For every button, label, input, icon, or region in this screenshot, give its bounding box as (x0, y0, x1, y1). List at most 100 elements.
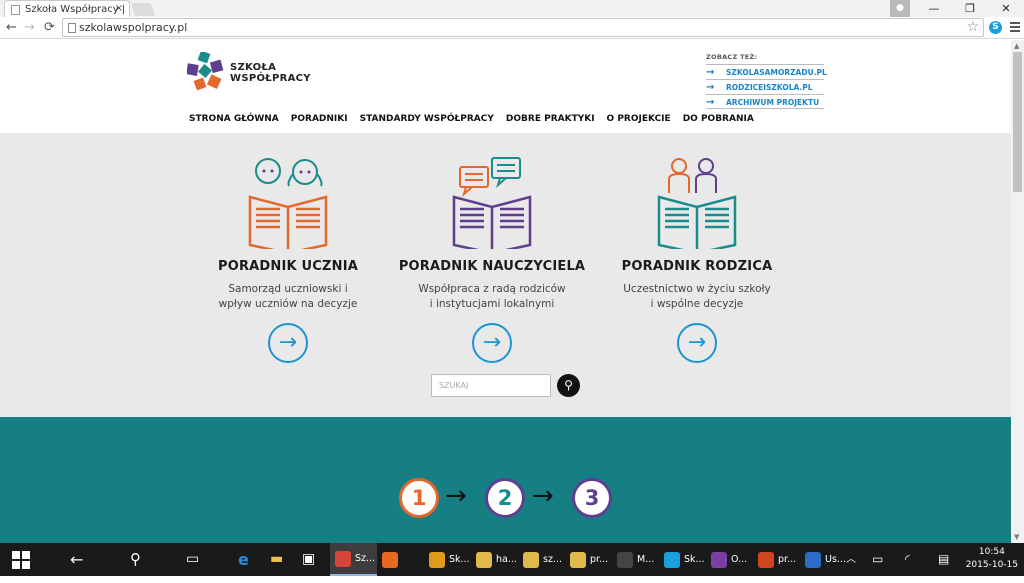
taskbar-app[interactable]: M... (612, 543, 659, 576)
store-icon[interactable]: ▣ (302, 543, 315, 576)
taskbar-app-label: pr... (590, 554, 609, 565)
taskbar-app[interactable]: Us... (800, 543, 847, 576)
scroll-down-icon[interactable]: ▼ (1014, 533, 1019, 541)
wifi-icon[interactable]: ◜ (905, 543, 910, 576)
browser-tab[interactable]: Szkoła Współpracy | × (4, 0, 130, 17)
maximize-button[interactable]: ❐ (952, 0, 988, 17)
guide-title[interactable]: PORADNIK RODZICA (597, 259, 797, 274)
step-1[interactable]: 1 (399, 478, 439, 518)
see-also-link[interactable]: → RODZICEISZKOLA.PL (706, 79, 824, 94)
scrollbar-thumb[interactable] (1013, 52, 1022, 192)
edge-icon[interactable]: e (238, 543, 249, 576)
system-clock[interactable]: 10:54 2015-10-15 (966, 546, 1018, 572)
forward-button[interactable]: → (24, 19, 35, 37)
site-header: SZKOŁA WSPÓŁPRACY STRONA GŁÓWNA PORADNIK… (0, 40, 1011, 133)
tab-title: Szkoła Współpracy | (25, 4, 126, 15)
page-icon (68, 23, 76, 33)
windows-taskbar: ← ⚲ ▭ e ▬ ▣ Sz... Sk... ha... sz... pr... M..… (0, 543, 1024, 576)
arrow-right-icon: → (706, 82, 715, 93)
nav-guides[interactable]: PORADNIKI (291, 114, 348, 124)
taskbar-app[interactable]: pr... (753, 543, 800, 576)
guide-card-student: PORADNIK UCZNIA Samorząd uczniowski i wp… (188, 157, 388, 363)
see-also-link[interactable]: → ARCHIWUM PROJEKTU (706, 94, 824, 109)
back-arrow-icon[interactable]: ← (70, 543, 83, 576)
taskbar-app-label: M... (637, 554, 655, 565)
nav-about[interactable]: O PROJEKCIE (607, 114, 671, 124)
taskbar-app-label: O... (731, 554, 748, 565)
back-button[interactable]: ← (6, 19, 17, 37)
taskbar-app[interactable]: Sk... (659, 543, 706, 576)
guide-card-teacher: PORADNIK NAUCZYCIELA Współpraca z radą r… (392, 157, 592, 363)
taskbar-app-label: Sk... (684, 554, 705, 565)
address-bar[interactable]: szkolawspolpracy.pl ☆ (62, 18, 984, 37)
taskbar-app[interactable]: pr... (565, 543, 612, 576)
address-url[interactable]: szkolawspolpracy.pl (79, 21, 187, 34)
nav-good-practices[interactable]: DOBRE PRAKTYKI (506, 114, 595, 124)
see-also-link[interactable]: → SZKOLASAMORZADU.PL (706, 64, 827, 79)
notification-icon[interactable]: ▤ (938, 543, 949, 576)
file-explorer-icon[interactable]: ▬ (270, 543, 283, 576)
logo-icon[interactable] (187, 52, 225, 92)
guide-title[interactable]: PORADNIK NAUCZYCIELA (392, 259, 592, 274)
mail-icon (570, 551, 586, 568)
step-3[interactable]: 3 (572, 478, 612, 518)
guide-subtitle: Uczestnictwo w życiu szkoły i wspólne de… (623, 283, 771, 310)
taskbar-app[interactable] (377, 543, 424, 576)
taskbar-app-label: Sk... (449, 554, 470, 565)
onenote-icon (711, 551, 727, 568)
search-icon[interactable]: ⚲ (130, 543, 141, 576)
page-icon (11, 5, 20, 15)
guide-arrow-button[interactable]: → (677, 323, 717, 363)
logo-text[interactable]: SZKOŁA WSPÓŁPRACY (230, 62, 311, 84)
taskbar-app[interactable]: sz... (518, 543, 565, 576)
task-view-icon[interactable]: ▭ (186, 543, 199, 576)
arrow-right-icon: → (445, 481, 467, 511)
close-window-button[interactable]: ✕ (988, 0, 1024, 17)
browser-toolbar: ← → ⟳ szkolawspolpracy.pl ☆ (0, 17, 1024, 39)
search-input[interactable]: SZUKAJ (431, 374, 551, 397)
nav-standards[interactable]: STANDARDY WSPÓŁPRACY (360, 114, 494, 124)
scroll-up-icon[interactable]: ▲ (1014, 42, 1019, 50)
arrow-right-icon: → (706, 67, 715, 78)
guide-title[interactable]: PORADNIK UCZNIA (188, 259, 388, 274)
see-also-label: ZOBACZ TEŻ: (706, 53, 758, 61)
window-controls: ● — ❐ ✕ (890, 0, 1024, 17)
user-icon[interactable]: ● (890, 0, 910, 17)
guide-arrow-button[interactable]: → (472, 323, 512, 363)
windows-start-icon[interactable] (12, 543, 36, 576)
nav-downloads[interactable]: DO POBRANIA (683, 114, 754, 124)
taskbar-app[interactable]: Sz... (330, 543, 377, 576)
bookmark-star-icon[interactable]: ☆ (966, 19, 979, 35)
search-icon: ⚲ (564, 378, 573, 392)
guide-subtitle: Samorząd uczniowski i wpływ uczniów na d… (218, 283, 358, 310)
arrow-right-icon: → (278, 330, 298, 355)
parents-book-icon (657, 158, 737, 249)
guide-arrow-button[interactable]: → (268, 323, 308, 363)
search-button[interactable]: ⚲ (557, 374, 580, 397)
guide-subtitle: Współpraca z radą rodziców i instytucjam… (418, 283, 566, 310)
taskbar-app[interactable]: O... (706, 543, 753, 576)
skype-extension-icon[interactable]: S (989, 21, 1002, 34)
new-tab-button[interactable] (130, 3, 156, 16)
chrome-icon (335, 550, 351, 567)
chevron-up-icon[interactable]: ︿ (846, 543, 856, 576)
clock-time: 10:54 (978, 547, 1005, 557)
taskbar-app-label: sz... (543, 554, 562, 565)
outlook-icon (429, 551, 445, 568)
reload-button[interactable]: ⟳ (44, 19, 55, 37)
steps-section: 1 → 2 → 3 (0, 417, 1011, 543)
mail-icon (523, 551, 539, 568)
browser-menu-icon[interactable] (1009, 20, 1021, 34)
minimize-button[interactable]: — (916, 0, 952, 17)
nav-home[interactable]: STRONA GŁÓWNA (189, 114, 279, 124)
tab-close-button[interactable]: × (115, 3, 123, 14)
taskbar-app[interactable]: ha... (471, 543, 518, 576)
page-scrollbar[interactable]: ▲ ▼ (1011, 40, 1024, 543)
battery-icon[interactable]: ▭ (872, 543, 883, 576)
speech-book-icon (452, 157, 532, 249)
step-2[interactable]: 2 (485, 478, 525, 518)
main-nav: STRONA GŁÓWNA PORADNIKI STANDARDY WSPÓŁP… (189, 114, 754, 124)
taskbar-app[interactable]: Sk... (424, 543, 471, 576)
arrow-right-icon: → (532, 481, 554, 511)
guide-card-parent: PORADNIK RODZICA Uczestnictwo w życiu sz… (597, 157, 797, 363)
